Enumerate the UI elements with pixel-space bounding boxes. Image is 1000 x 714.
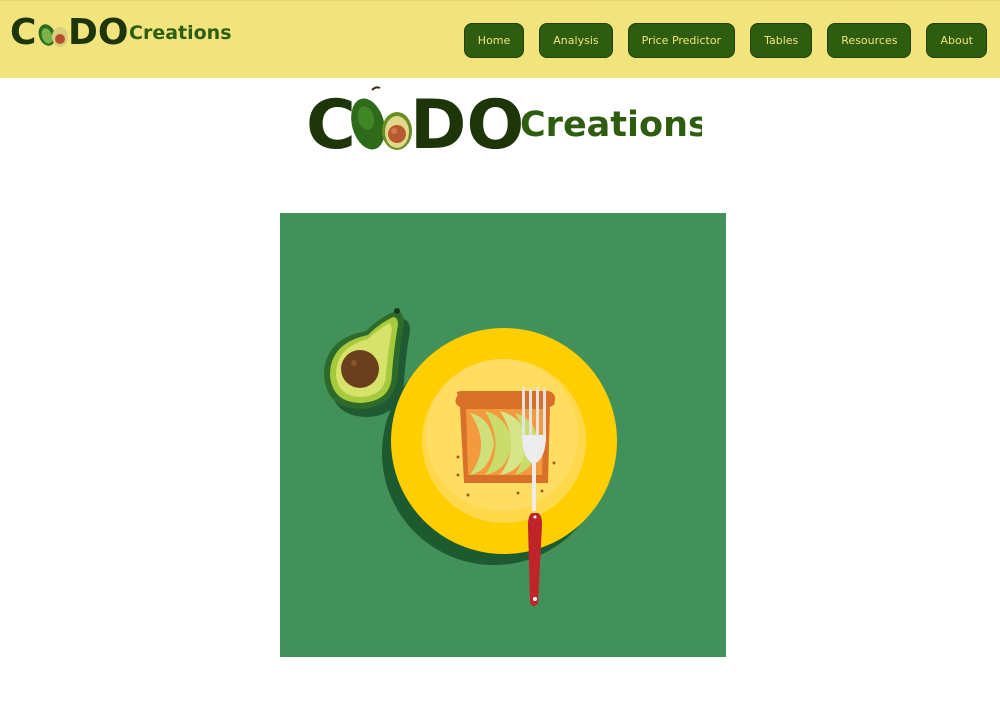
hero-logo-letters-do: DO [410, 86, 524, 156]
nav-resources-button[interactable]: Resources [827, 23, 912, 58]
nav-price-predictor-button[interactable]: Price Predictor [627, 23, 736, 58]
avocado-toast-illustration [280, 213, 726, 657]
nav-about-button[interactable]: About [926, 23, 987, 58]
nav-analysis-button[interactable]: Analysis [539, 23, 613, 58]
nav-links: Home Analysis Price Predictor Tables Res… [463, 23, 987, 58]
logo-word: Creations [129, 22, 232, 44]
logo-letter-c: C [10, 12, 36, 53]
logo-letters-do: DO [68, 12, 129, 53]
nav-home-button[interactable]: Home [463, 23, 525, 58]
avocado-icon [38, 24, 68, 47]
hero-logo-word: Creations [520, 105, 702, 145]
nav-tables-button[interactable]: Tables [750, 23, 813, 58]
navbar: C DO Creations Home Analysis Price Predi… [0, 0, 1000, 78]
nav-logo[interactable]: C DO Creations [10, 9, 240, 53]
hero-logo-letter-c: C [306, 86, 356, 156]
hero-logo: C DO Creations [306, 86, 702, 156]
